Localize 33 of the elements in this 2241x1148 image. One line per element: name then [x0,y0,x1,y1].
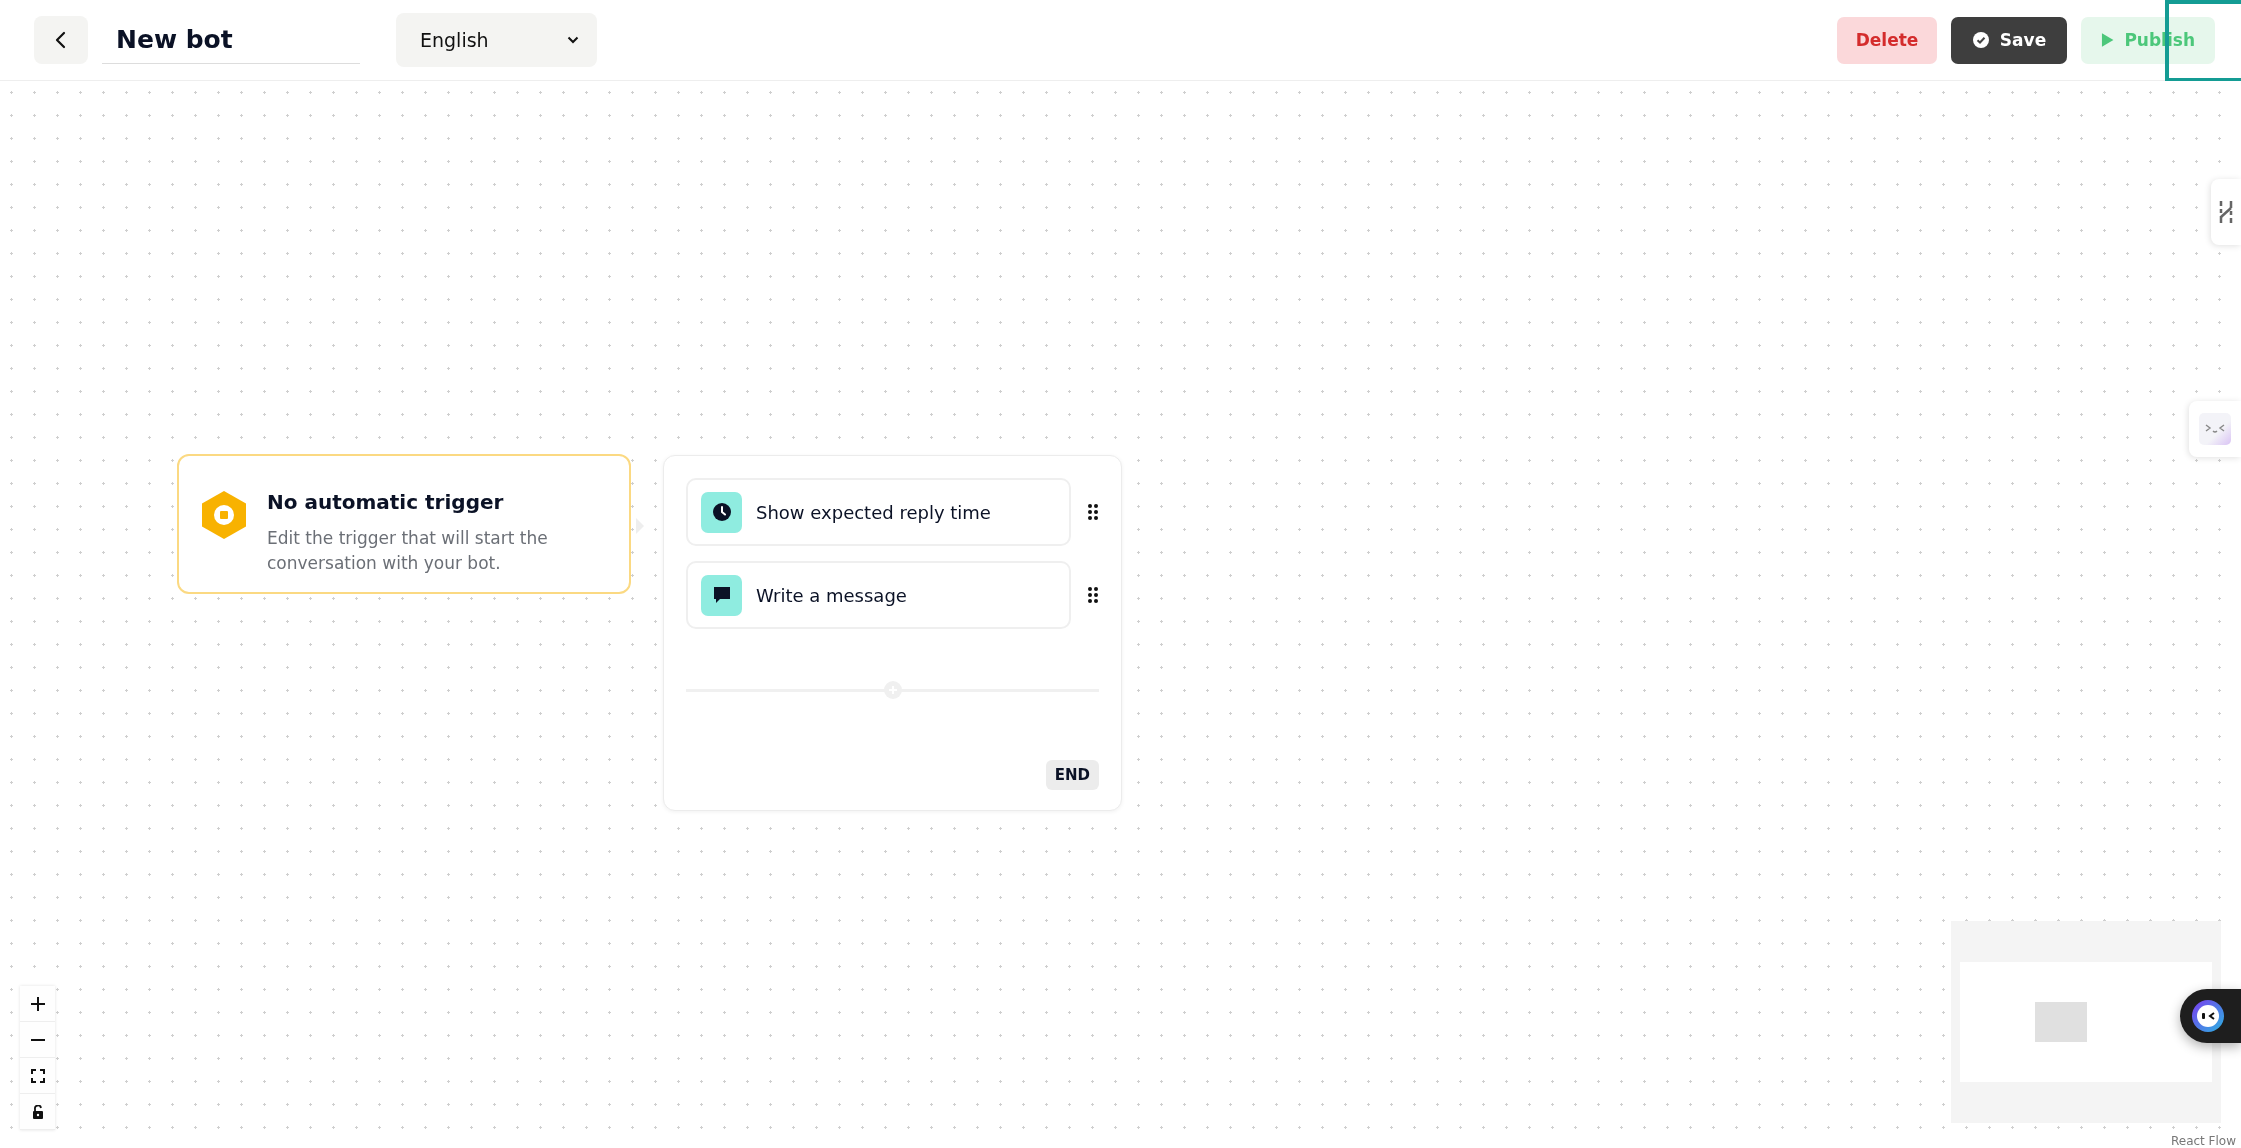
trigger-icon [201,490,247,540]
trigger-title: No automatic trigger [267,490,505,514]
step-item[interactable]: Write a message [686,561,1071,629]
clock-icon [711,502,732,522]
drag-handle-icon[interactable] [1087,503,1099,521]
lock-button[interactable] [20,1094,55,1130]
side-panel-tab[interactable] [2211,179,2241,245]
delete-button[interactable]: Delete [1837,16,1937,64]
bot-name-field[interactable]: New bot [102,16,360,64]
zoom-out-button[interactable] [20,1022,55,1058]
fullscreen-icon [30,1068,45,1083]
plus-icon [29,995,46,1012]
chat-launcher-button[interactable] [2180,989,2241,1043]
end-badge: END [1045,760,1099,790]
lock-icon [31,1104,44,1119]
check-circle-icon [1971,31,1990,49]
save-button[interactable]: Save [1951,16,2067,64]
chevron-down-icon [567,36,579,44]
trigger-node[interactable]: No automatic trigger Edit the trigger that will start the conversation with your bot. [177,454,631,594]
play-icon [2101,32,2115,48]
face-icon [2199,413,2231,445]
minus-icon [29,1037,46,1042]
drag-handle-icon[interactable] [1087,586,1099,604]
step-item[interactable]: Show expected reply time [686,478,1071,546]
attribution-link[interactable]: React Flow [2170,1134,2236,1148]
minimap[interactable] [1951,921,2221,1123]
message-icon [711,585,732,605]
connector-icon [2218,199,2234,225]
fit-view-button[interactable] [20,1058,55,1094]
language-dropdown[interactable]: English [396,13,597,67]
trigger-description: Edit the trigger that will start the conversation with your bot. [267,527,549,575]
zoom-in-button[interactable] [20,986,55,1022]
bot-face-icon [2191,999,2225,1033]
